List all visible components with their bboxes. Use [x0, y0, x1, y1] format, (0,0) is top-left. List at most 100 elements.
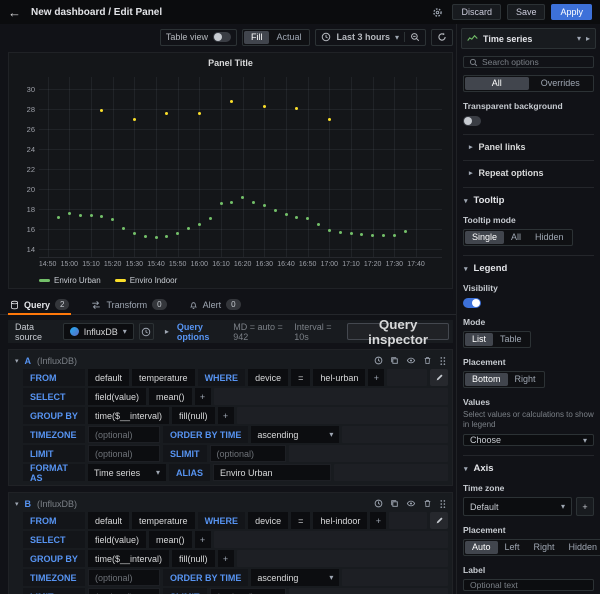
visualization-picker[interactable]: Time series ▾ ▸ [461, 28, 596, 49]
where-field[interactable]: device [248, 369, 288, 386]
discard-button[interactable]: Discard [452, 4, 501, 20]
alias-input[interactable] [213, 464, 331, 481]
where-keyword[interactable]: WHERE [198, 512, 246, 529]
option-single[interactable]: Single [465, 231, 504, 244]
from-keyword[interactable]: FROM [23, 369, 85, 386]
limit-keyword[interactable]: LIMIT [23, 588, 85, 594]
query-inspector-button[interactable]: Query inspector [347, 323, 449, 340]
option-right[interactable]: Right [527, 541, 562, 554]
legend-visibility-toggle[interactable] [463, 298, 481, 308]
where-add-button[interactable]: + [370, 512, 386, 529]
select-add-button[interactable]: + [195, 388, 211, 405]
option-bottom[interactable]: Bottom [465, 373, 508, 386]
chart-plot[interactable]: 14161820222426283014:5015:0015:1015:2015… [39, 77, 442, 258]
from-retention[interactable]: default [88, 369, 129, 386]
timezone-input[interactable] [88, 569, 160, 586]
trash-icon[interactable] [423, 356, 432, 365]
select-keyword[interactable]: SELECT [23, 388, 85, 405]
query-a-id[interactable]: A [25, 356, 32, 366]
pencil-icon[interactable] [430, 369, 448, 386]
select-aggregation[interactable]: mean() [149, 388, 192, 405]
eye-icon[interactable] [406, 356, 416, 365]
orderbytime-keyword[interactable]: ORDER BY TIME [163, 569, 248, 586]
datasource-select[interactable]: InfluxDB ▾ [63, 323, 134, 340]
option-all[interactable]: All [504, 231, 528, 244]
limit-keyword[interactable]: LIMIT [23, 445, 85, 462]
query-options[interactable]: ▸ Query options MD = auto = 942 Interval… [165, 322, 337, 342]
drag-handle-icon[interactable] [439, 356, 446, 366]
where-value[interactable]: hel-urban [313, 369, 365, 386]
chart-panel[interactable]: Panel Title 14161820222426283014:5015:00… [8, 52, 453, 289]
refresh-icon[interactable] [437, 32, 447, 42]
query-a-header[interactable]: ▾ A (InfluxDB) [13, 352, 448, 369]
repeat-options-section[interactable]: ▸ Repeat options [463, 160, 594, 178]
panel-collapse-icon[interactable]: ▸ [586, 34, 590, 43]
query-b-id[interactable]: B [25, 499, 32, 509]
panel-links-section[interactable]: ▸ Panel links [463, 134, 594, 152]
where-operator[interactable]: = [291, 512, 310, 529]
legend-section-header[interactable]: ▾ Legend [463, 255, 594, 274]
groupby-fill[interactable]: fill(null) [172, 550, 215, 567]
orderbytime-keyword[interactable]: ORDER BY TIME [163, 426, 248, 443]
option-fill[interactable]: Fill [244, 31, 270, 44]
trash-icon[interactable] [423, 499, 432, 508]
back-arrow-icon[interactable]: ← [8, 5, 21, 20]
where-field[interactable]: device [248, 512, 288, 529]
select-add-button[interactable]: + [195, 531, 211, 548]
search-input[interactable] [482, 57, 588, 67]
from-measurement[interactable]: temperature [132, 512, 195, 529]
where-value[interactable]: hel-indoor [313, 512, 367, 529]
option-hidden[interactable]: Hidden [528, 231, 571, 244]
from-keyword[interactable]: FROM [23, 512, 85, 529]
transparent-bg-toggle[interactable] [463, 116, 481, 126]
option-overrides[interactable]: Overrides [529, 77, 593, 90]
groupby-keyword[interactable]: GROUP BY [23, 407, 85, 424]
tab-alert[interactable]: Alert 0 [187, 295, 243, 314]
apply-button[interactable]: Apply [551, 4, 592, 20]
groupby-keyword[interactable]: GROUP BY [23, 550, 85, 567]
chevron-down-icon[interactable]: ▾ [15, 357, 19, 365]
history-icon[interactable] [374, 356, 383, 365]
option-table[interactable]: Table [493, 333, 529, 346]
alias-keyword[interactable]: ALIAS [169, 464, 210, 481]
axis-timezone-add-button[interactable]: + [576, 497, 594, 516]
option-all[interactable]: All [465, 77, 529, 90]
legend-item[interactable]: Enviro Urban [39, 276, 101, 285]
option-left[interactable]: Left [498, 541, 527, 554]
tooltip-section-header[interactable]: ▾ Tooltip [463, 187, 594, 206]
duplicate-icon[interactable] [390, 499, 399, 508]
legend-item[interactable]: Enviro Indoor [115, 276, 178, 285]
formatas-select[interactable]: Time series▾ [88, 464, 166, 481]
option-actual[interactable]: Actual [269, 31, 308, 44]
limit-input[interactable] [88, 588, 160, 594]
orderbytime-select[interactable]: ascending▾ [251, 569, 339, 586]
select-aggregation[interactable]: mean() [149, 531, 192, 548]
pencil-icon[interactable] [430, 512, 448, 529]
groupby-add-button[interactable]: + [218, 407, 234, 424]
axis-label-input[interactable] [463, 579, 594, 591]
table-view-toggle[interactable] [213, 32, 231, 42]
tab-transform[interactable]: Transform 0 [89, 295, 168, 314]
option-list[interactable]: List [465, 333, 493, 346]
orderbytime-select[interactable]: ascending▾ [251, 426, 339, 443]
where-keyword[interactable]: WHERE [198, 369, 246, 386]
breadcrumb[interactable]: New dashboard / Edit Panel [31, 7, 162, 18]
eye-icon[interactable] [406, 499, 416, 508]
axis-section-header[interactable]: ▾ Axis [463, 455, 594, 474]
groupby-time[interactable]: time($__interval) [88, 550, 169, 567]
slimit-keyword[interactable]: SLIMIT [163, 588, 207, 594]
slimit-input[interactable] [210, 588, 286, 594]
duplicate-icon[interactable] [390, 356, 399, 365]
select-field[interactable]: field(value) [88, 388, 146, 405]
chevron-down-icon[interactable]: ▾ [577, 34, 581, 43]
from-retention[interactable]: default [88, 512, 129, 529]
groupby-fill[interactable]: fill(null) [172, 407, 215, 424]
legend-values-select[interactable]: Choose▾ [463, 434, 594, 446]
select-field[interactable]: field(value) [88, 531, 146, 548]
save-button[interactable]: Save [507, 4, 546, 20]
limit-input[interactable] [88, 445, 160, 462]
tab-query[interactable]: Query 2 [8, 295, 71, 314]
time-range-label[interactable]: Last 3 hours [336, 32, 390, 42]
option-auto[interactable]: Auto [465, 541, 498, 554]
timezone-input[interactable] [88, 426, 160, 443]
